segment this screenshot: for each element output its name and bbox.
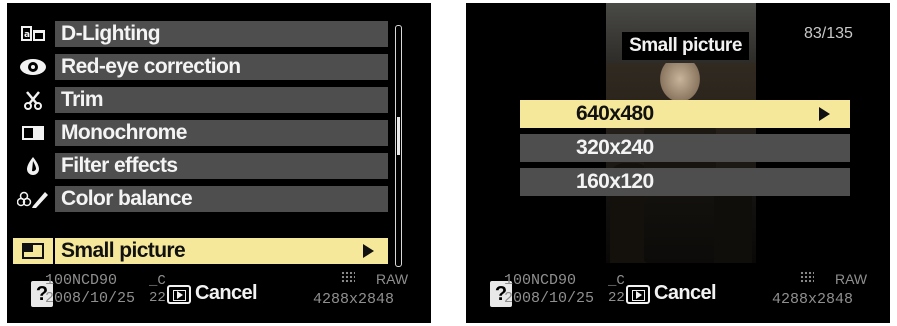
image-quality-icon	[800, 271, 814, 283]
mark-top: _C	[608, 273, 625, 289]
menu-item-label: Monochrome	[55, 120, 388, 146]
scrollbar[interactable]	[395, 25, 402, 267]
menu-item-label: Trim	[55, 87, 388, 113]
svg-text:a: a	[24, 30, 30, 40]
menu-item-label: D-Lighting	[55, 21, 388, 47]
menu-item-label: Color balance	[55, 186, 388, 212]
monochrome-icon	[15, 119, 51, 147]
small-picture-icon	[13, 238, 53, 264]
scissors-icon	[15, 86, 51, 114]
image-size: 4288x2848	[313, 291, 395, 308]
menu-item-trim[interactable]: Trim	[24, 86, 388, 114]
menu-item-d-lighting[interactable]: a D-Lighting	[21, 20, 388, 48]
image-size: 4288x2848	[772, 291, 854, 308]
cancel-label[interactable]: Cancel	[654, 282, 717, 305]
menu-item-red-eye-correction[interactable]: Red-eye correction	[20, 53, 388, 81]
image-quality-icon	[341, 271, 355, 283]
date-stamp: 2008/10/25	[45, 290, 136, 307]
small-picture-screen: Small picture 83/135 640x480 320x240 160…	[466, 3, 890, 323]
color-balance-icon	[15, 185, 51, 213]
playback-button-icon[interactable]	[167, 285, 191, 304]
quality-label: RAW	[835, 271, 868, 287]
image-counter: 83/135	[804, 25, 853, 42]
mark-top: _C	[149, 273, 166, 289]
size-option-160x120[interactable]: 160x120	[520, 168, 850, 196]
eye-icon	[15, 53, 51, 81]
playback-button-icon[interactable]	[626, 285, 650, 304]
size-option-320x240[interactable]: 320x240	[520, 134, 850, 162]
page-title: Small picture	[622, 32, 749, 60]
date-stamp: 2008/10/25	[504, 290, 595, 307]
quality-label: RAW	[376, 271, 409, 287]
option-label: 320x240	[576, 136, 654, 159]
mark-bottom: 22	[608, 290, 625, 306]
menu-item-color-balance[interactable]: Color balance	[17, 185, 388, 213]
file-number-fragment: _C 22	[149, 273, 166, 307]
option-label: 640x480	[576, 102, 654, 125]
folder-name: 100NCD90	[45, 272, 118, 289]
menu-item-label: Red-eye correction	[55, 54, 388, 80]
file-number-fragment: _C 22	[608, 273, 625, 307]
menu-item-monochrome[interactable]: Monochrome	[22, 119, 388, 147]
arrow-right-icon	[819, 107, 830, 121]
menu-item-label: Filter effects	[55, 153, 388, 179]
menu-item-small-picture[interactable]: Small picture	[13, 237, 388, 265]
option-label: 160x120	[576, 170, 654, 193]
d-lighting-icon: a	[15, 20, 51, 48]
arrow-right-icon	[363, 244, 374, 258]
cancel-label[interactable]: Cancel	[195, 282, 258, 305]
retouch-menu-screen: a D-Lighting Red-eye correction Trim Mon…	[7, 3, 431, 323]
mark-bottom: 22	[149, 290, 166, 306]
menu-item-filter-effects[interactable]: Filter effects	[27, 152, 388, 180]
scrollbar-thumb[interactable]	[397, 117, 400, 155]
folder-name: 100NCD90	[504, 272, 577, 289]
menu-item-label: Small picture	[55, 238, 388, 264]
size-option-640x480[interactable]: 640x480	[520, 100, 850, 128]
filter-drop-icon	[15, 152, 51, 180]
